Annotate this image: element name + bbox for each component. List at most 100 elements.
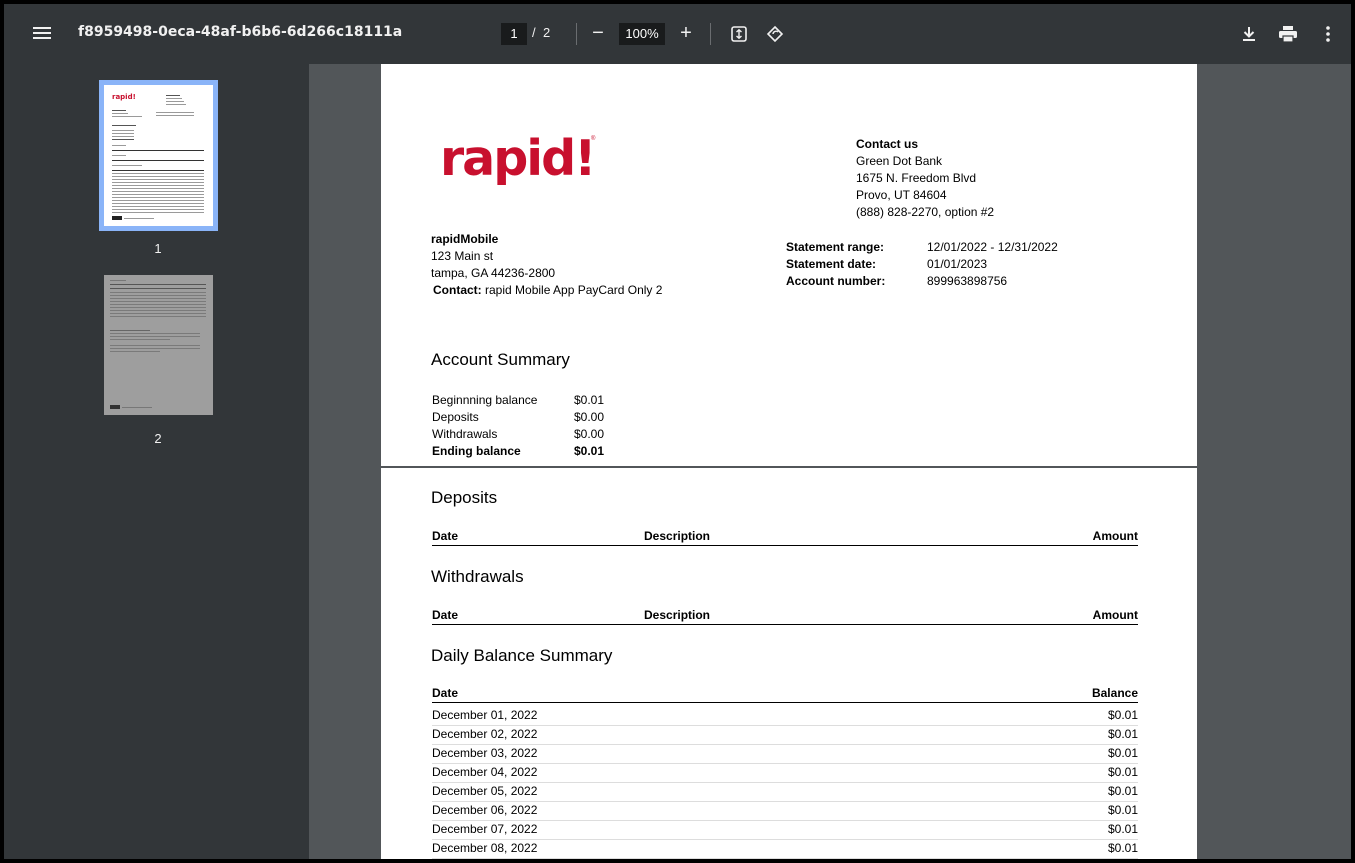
summary-label: Withdrawals xyxy=(432,427,498,441)
info-label: Statement range: xyxy=(786,240,885,254)
row-balance: $0.01 xyxy=(1107,727,1138,741)
row-date: December 03, 2022 xyxy=(432,746,538,760)
info-label: Statement date: xyxy=(786,257,877,271)
row-date: December 04, 2022 xyxy=(432,765,538,779)
table-row: December 06, 2022 $0.01 xyxy=(432,802,1138,821)
contact-heading: Contact us xyxy=(856,137,919,151)
table-row: December 03, 2022 $0.01 xyxy=(432,745,1138,764)
row-balance: $0.01 xyxy=(1107,841,1138,855)
row-balance: $0.01 xyxy=(1107,746,1138,760)
customer-address: rapidMobile 123 Main st tampa, GA 44236-… xyxy=(431,231,662,299)
row-balance: $0.01 xyxy=(1107,803,1138,817)
registered-mark: ® xyxy=(591,136,596,142)
customer-contact-label: Contact: xyxy=(433,283,482,297)
zoom-in-button[interactable]: + xyxy=(674,22,698,46)
row-date: December 06, 2022 xyxy=(432,803,538,817)
row-date: December 08, 2022 xyxy=(432,841,538,855)
summary-row: Deposits $0.00 xyxy=(432,409,604,426)
row-date: December 05, 2022 xyxy=(432,784,538,798)
page-thumbnail-1[interactable]: rapid! xyxy=(99,80,218,231)
print-icon[interactable] xyxy=(1276,22,1300,46)
zoom-input[interactable]: 100% xyxy=(619,23,665,45)
total-pages: 2 xyxy=(543,25,551,40)
summary-label: Ending balance xyxy=(432,444,521,458)
bank-contact: Contact us Green Dot Bank 1675 N. Freedo… xyxy=(856,136,994,221)
row-date: December 07, 2022 xyxy=(432,822,538,836)
page-separator: / xyxy=(532,25,536,40)
column-header-date: Date xyxy=(432,529,459,543)
thumbnail-label: 2 xyxy=(154,431,162,446)
row-balance: $0.01 xyxy=(1107,822,1138,836)
summary-row: Withdrawals $0.00 xyxy=(432,426,604,443)
statement-info-row: Statement date: 01/01/2023 xyxy=(786,256,1058,273)
customer-city: tampa, GA 44236-2800 xyxy=(431,266,556,280)
column-header-amount: Amount xyxy=(1092,608,1138,622)
thumbnail-sidebar: rapid! 1 2 xyxy=(4,64,309,859)
contact-line: (888) 828-2270, option #2 xyxy=(856,205,995,219)
page-thumbnail-2[interactable] xyxy=(104,275,213,415)
toolbar: f8959498-0eca-48af-b6b6-6d266c18111a 1 /… xyxy=(4,4,1351,64)
pdf-page-1: rapid! ® Contact us Green Dot Bank 1675 … xyxy=(381,64,1197,466)
daily-balance-rows: December 01, 2022 $0.01 December 02, 2022… xyxy=(432,707,1138,859)
toolbar-divider xyxy=(710,23,711,45)
page-number-input[interactable]: 1 xyxy=(501,23,527,45)
summary-row: Beginnning balance $0.01 xyxy=(432,392,604,409)
row-date: December 02, 2022 xyxy=(432,727,538,741)
zoom-out-button[interactable]: − xyxy=(586,22,610,46)
contact-line: Green Dot Bank xyxy=(856,154,943,168)
document-title: f8959498-0eca-48af-b6b6-6d266c18111a xyxy=(78,24,403,40)
table-row: December 05, 2022 $0.01 xyxy=(432,783,1138,802)
column-header-balance: Balance xyxy=(1091,686,1138,700)
summary-row: Ending balance $0.01 xyxy=(432,443,604,460)
contact-line: Provo, UT 84604 xyxy=(856,188,947,202)
pdf-page-content: Deposits Date Description Amount Withdra… xyxy=(381,468,1197,859)
row-balance: $0.01 xyxy=(1107,765,1138,779)
column-header-description: Description xyxy=(644,608,711,622)
summary-value: $0.01 xyxy=(574,393,605,407)
summary-value: $0.01 xyxy=(574,444,605,458)
deposits-table-header: Date Description Amount xyxy=(432,529,1138,546)
table-row: December 08, 2022 $0.01 xyxy=(432,840,1138,859)
daily-balance-heading: Daily Balance Summary xyxy=(431,646,613,665)
row-balance: $0.01 xyxy=(1107,708,1138,722)
column-header-description: Description xyxy=(644,529,711,543)
rotate-icon[interactable] xyxy=(763,22,787,46)
summary-label: Deposits xyxy=(432,410,479,424)
row-balance: $0.01 xyxy=(1107,784,1138,798)
account-summary-heading: Account Summary xyxy=(431,350,570,369)
info-label: Account number: xyxy=(786,274,886,288)
column-header-date: Date xyxy=(432,608,459,622)
pdf-viewer: f8959498-0eca-48af-b6b6-6d266c18111a 1 /… xyxy=(4,4,1351,859)
column-header-date: Date xyxy=(432,686,459,700)
download-icon[interactable] xyxy=(1237,22,1261,46)
summary-value: $0.00 xyxy=(574,410,605,424)
toolbar-divider xyxy=(576,23,577,45)
customer-name: rapidMobile xyxy=(431,232,499,246)
row-date: December 01, 2022 xyxy=(432,708,538,722)
customer-contact-value: rapid Mobile App PayCard Only 2 xyxy=(485,283,663,297)
info-value: 12/01/2022 - 12/31/2022 xyxy=(927,240,1058,254)
menu-icon[interactable] xyxy=(32,24,52,44)
withdrawals-heading: Withdrawals xyxy=(431,567,524,586)
table-row: December 07, 2022 $0.01 xyxy=(432,821,1138,840)
thumbnail-preview: rapid! xyxy=(104,85,213,226)
withdrawals-table-header: Date Description Amount xyxy=(432,608,1138,625)
daily-balance-table-header: Date Balance xyxy=(432,686,1138,703)
rapid-logo: rapid! xyxy=(440,130,597,187)
statement-info: Statement range: 12/01/2022 - 12/31/2022 … xyxy=(786,239,1058,290)
deposits-heading: Deposits xyxy=(431,488,498,507)
column-header-amount: Amount xyxy=(1092,529,1138,543)
statement-info-row: Account number: 899963898756 xyxy=(786,273,1058,290)
account-summary-table: Beginnning balance $0.01 Deposits $0.00 Wi… xyxy=(432,392,604,460)
table-row: December 04, 2022 $0.01 xyxy=(432,764,1138,783)
thumbnail-label: 1 xyxy=(154,241,162,256)
table-row: December 01, 2022 $0.01 xyxy=(432,707,1138,726)
summary-value: $0.00 xyxy=(574,427,605,441)
summary-label: Beginnning balance xyxy=(432,393,538,407)
statement-info-row: Statement range: 12/01/2022 - 12/31/2022 xyxy=(786,239,1058,256)
info-value: 01/01/2023 xyxy=(927,257,988,271)
customer-street: 123 Main st xyxy=(431,249,494,263)
table-row: December 02, 2022 $0.01 xyxy=(432,726,1138,745)
fit-page-icon[interactable] xyxy=(727,22,751,46)
more-options-icon[interactable] xyxy=(1316,22,1340,46)
